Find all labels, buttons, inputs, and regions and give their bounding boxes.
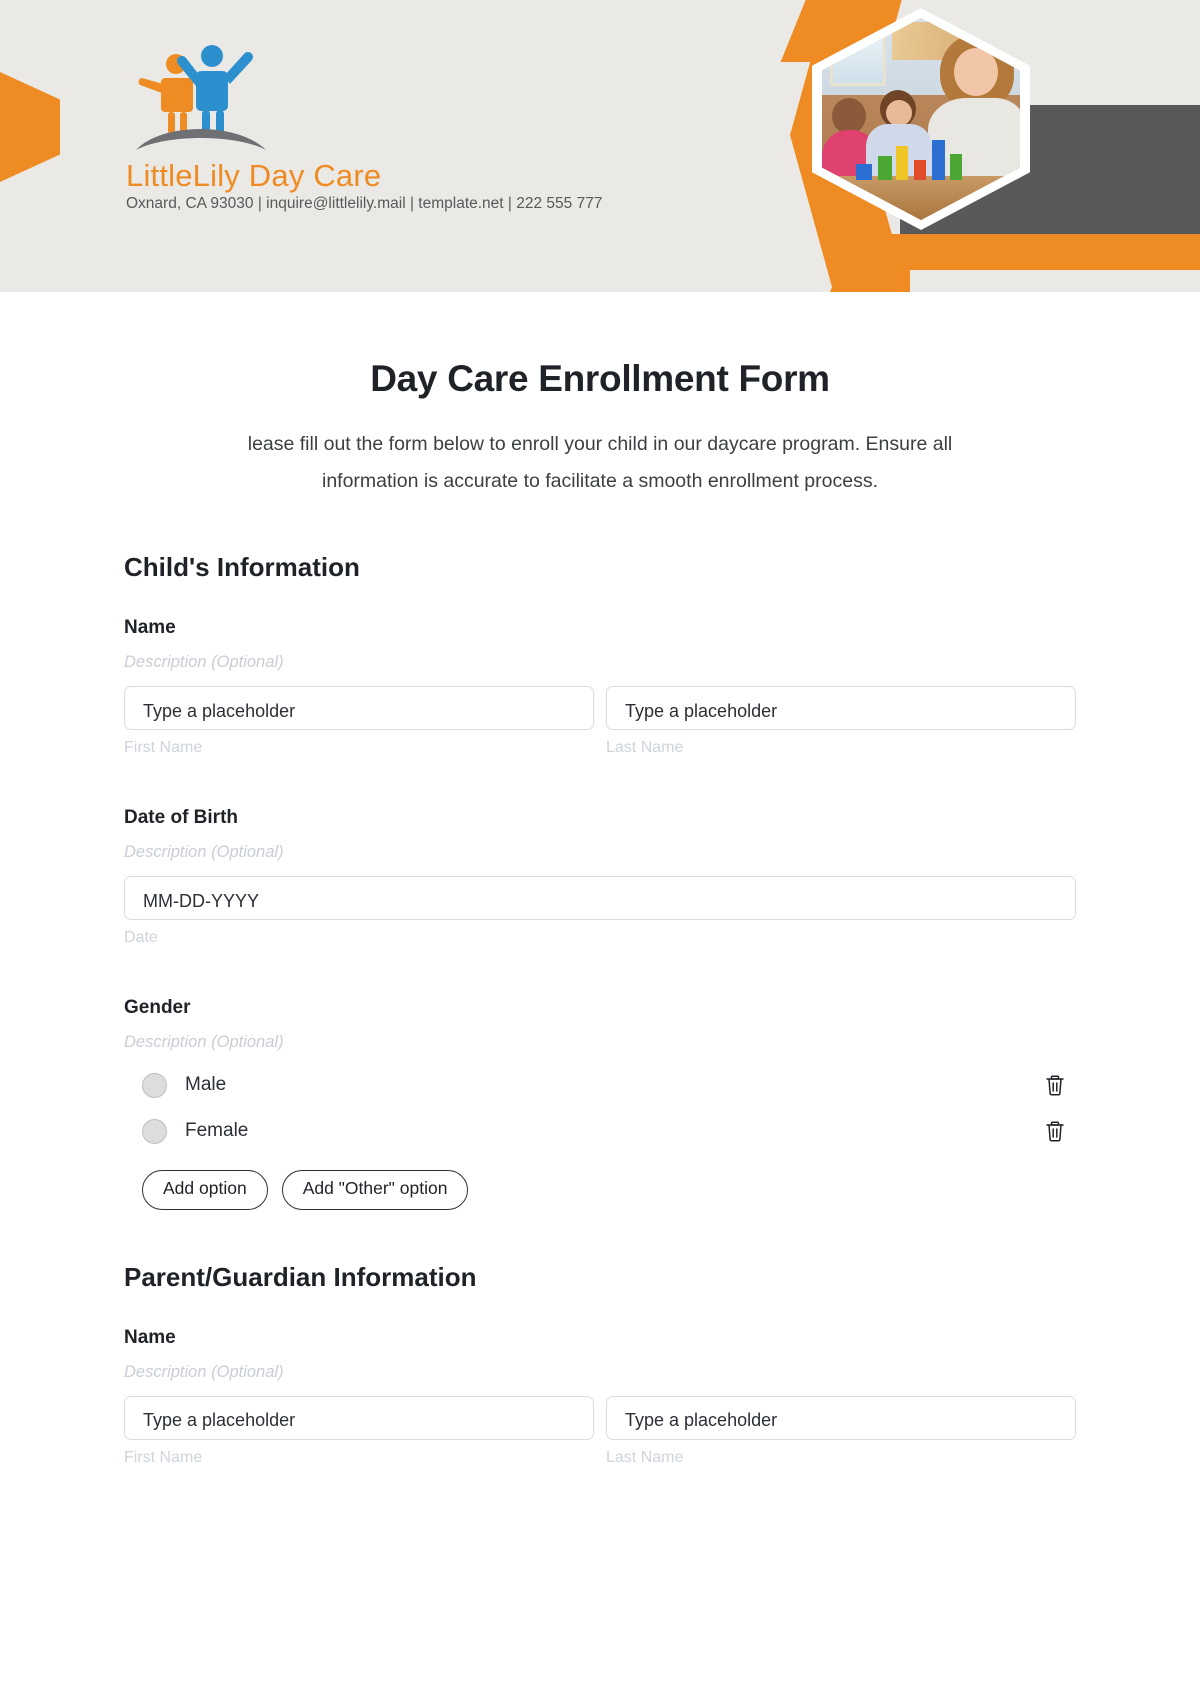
gender-option-actions: Add option Add "Other" option	[142, 1170, 1076, 1210]
field-label: Gender	[124, 997, 191, 1018]
input-value: Type a placeholder	[625, 700, 778, 721]
add-option-button[interactable]: Add option	[142, 1170, 268, 1210]
decorative-orange-bar	[890, 234, 1200, 270]
date-input-row: MM-DD-YYYY Date	[124, 876, 1076, 947]
field-label: Date of Birth	[124, 807, 238, 828]
first-name-column: Type a placeholder First Name	[124, 686, 594, 757]
input-sub-label: First Name	[124, 1448, 203, 1466]
child-first-name-input[interactable]: Type a placeholder	[124, 686, 594, 730]
add-other-option-button[interactable]: Add "Other" option	[281, 1170, 469, 1210]
gender-option-female[interactable]: Female	[124, 1118, 1076, 1144]
date-column: MM-DD-YYYY Date	[124, 876, 1076, 947]
brand-name: LittleLily Day Care	[126, 158, 382, 193]
option-label: Female	[185, 1120, 249, 1141]
name-input-row: Type a placeholder First Name Type a pla…	[124, 1395, 1076, 1467]
last-name-column: Type a placeholder Last Name	[606, 686, 1076, 757]
input-value: Type a placeholder	[143, 1410, 296, 1430]
first-name-column: Type a placeholder First Name	[124, 1395, 594, 1467]
page-title: Day Care Enrollment Form	[370, 358, 830, 399]
input-value: Type a placeholder	[625, 1410, 778, 1430]
input-sub-label: First Name	[124, 739, 203, 756]
field-description: Description (Optional)	[124, 653, 284, 671]
input-sub-label: Date	[124, 929, 158, 946]
gender-option-male[interactable]: Male	[124, 1072, 1076, 1098]
option-label: Male	[185, 1074, 227, 1095]
parent-last-name-input[interactable]: Type a placeholder	[606, 1395, 1076, 1440]
last-name-column: Type a placeholder Last Name	[606, 1395, 1076, 1467]
page-description: lease fill out the form below to enroll …	[247, 433, 953, 492]
field-label: Name	[124, 1326, 176, 1348]
section-title-childs-information: Child's Information	[124, 552, 360, 582]
daycare-classroom-photo	[822, 18, 1020, 220]
field-gender: Gender Description (Optional) Male Femal…	[124, 997, 1076, 1210]
field-description: Description (Optional)	[124, 1362, 284, 1381]
field-description: Description (Optional)	[124, 1033, 284, 1051]
child-date-of-birth-input[interactable]: MM-DD-YYYY	[124, 876, 1076, 920]
child-last-name-input[interactable]: Type a placeholder	[606, 686, 1076, 730]
two-children-logo-icon	[132, 38, 272, 154]
name-input-row: Type a placeholder First Name Type a pla…	[124, 686, 1076, 757]
field-parent-name: Name Description (Optional) Type a place…	[124, 1327, 1076, 1467]
field-date-of-birth: Date of Birth Description (Optional) MM-…	[124, 807, 1076, 947]
parent-first-name-input[interactable]: Type a placeholder	[124, 1395, 594, 1440]
header-banner: LittleLily Day Care Oxnard, CA 93030 | i…	[0, 0, 1200, 292]
trash-icon[interactable]	[1044, 1073, 1066, 1097]
decorative-hexagon-left-icon	[0, 72, 60, 182]
radio-button-icon[interactable]	[142, 1118, 167, 1144]
radio-button-icon[interactable]	[142, 1072, 167, 1098]
input-sub-label: Last Name	[606, 739, 684, 756]
form-body: Day Care Enrollment Form lease fill out …	[0, 358, 1200, 1467]
brand-contact-line: Oxnard, CA 93030 | inquire@littlelily.ma…	[126, 195, 603, 212]
field-label: Name	[124, 617, 176, 638]
input-value: Type a placeholder	[143, 700, 296, 721]
input-value: MM-DD-YYYY	[143, 890, 259, 911]
field-child-name: Name Description (Optional) Type a place…	[124, 617, 1076, 757]
trash-icon[interactable]	[1044, 1119, 1066, 1143]
section-title-parent-guardian-information: Parent/Guardian Information	[124, 1261, 477, 1292]
input-sub-label: Last Name	[606, 1448, 684, 1466]
field-description: Description (Optional)	[124, 843, 284, 861]
